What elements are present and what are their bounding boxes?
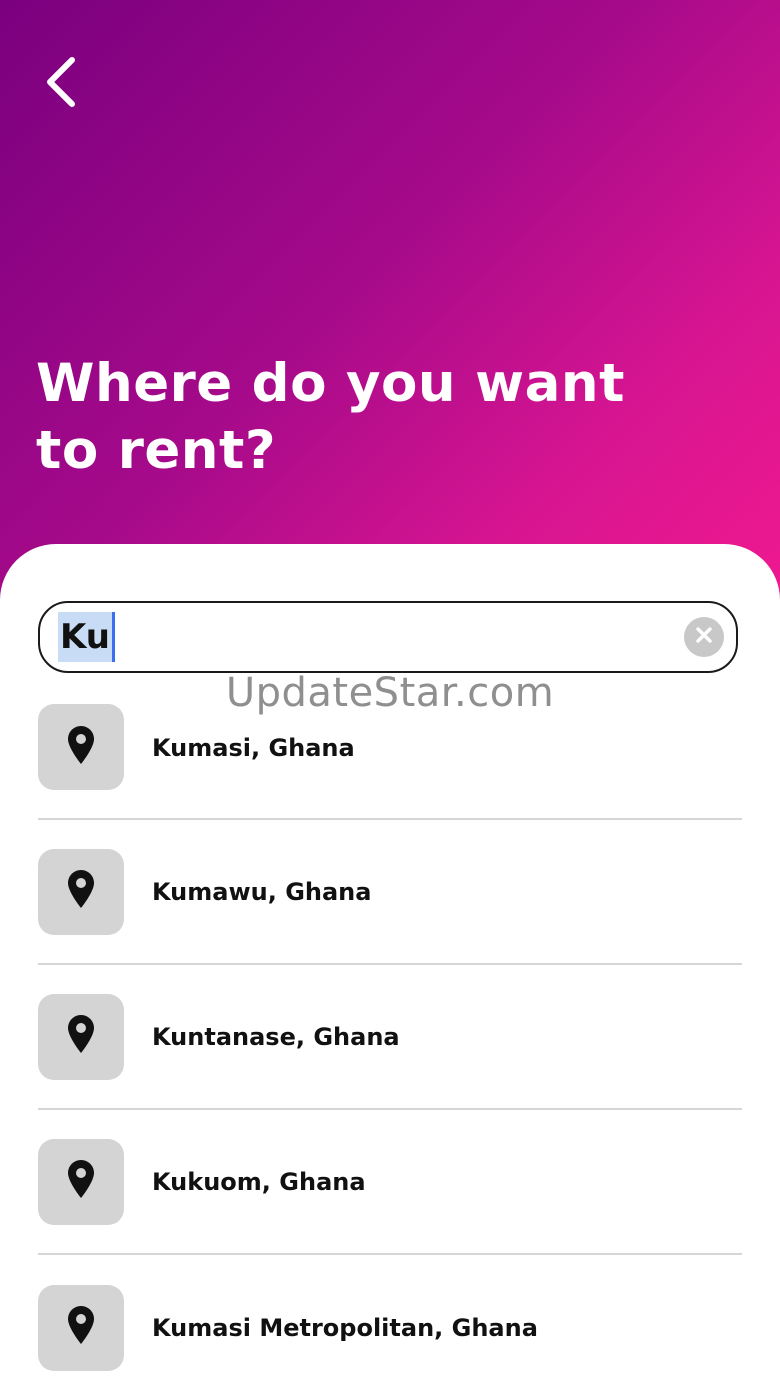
- list-item[interactable]: Kumasi Metropolitan, Ghana: [38, 1255, 742, 1400]
- pin-tile: [38, 1284, 124, 1371]
- pin-tile: [38, 993, 124, 1080]
- results-list: Kumasi, Ghana Kumawu, Ghana Kuntanase, G…: [38, 704, 742, 1400]
- header-hero: Where do you want to rent?: [0, 0, 780, 620]
- back-button[interactable]: [30, 44, 94, 120]
- map-pin-icon: [67, 1014, 95, 1059]
- search-input-value: Ku: [58, 612, 115, 662]
- pin-tile: [38, 704, 124, 790]
- result-label: Kumasi Metropolitan, Ghana: [152, 1313, 538, 1342]
- result-label: Kuntanase, Ghana: [152, 1022, 400, 1051]
- result-label: Kumasi, Ghana: [152, 734, 355, 762]
- result-label: Kukuom, Ghana: [152, 1167, 366, 1196]
- list-item[interactable]: Kumawu, Ghana: [38, 820, 742, 965]
- page-title: Where do you want to rent?: [36, 353, 625, 481]
- list-item[interactable]: Kukuom, Ghana: [38, 1110, 742, 1255]
- clear-x-icon: [695, 626, 713, 649]
- pin-tile: [38, 848, 124, 935]
- result-label: Kumawu, Ghana: [152, 877, 372, 906]
- results-sheet: Ku UpdateStar.com Kumasi, Ghana Kumawu, …: [0, 544, 780, 1387]
- list-item[interactable]: Kumasi, Ghana: [38, 704, 742, 820]
- map-pin-icon: [67, 725, 95, 770]
- chevron-left-icon: [42, 54, 82, 110]
- map-pin-icon: [67, 869, 95, 914]
- search-input[interactable]: Ku: [58, 607, 684, 667]
- map-pin-icon: [67, 1159, 95, 1204]
- list-item[interactable]: Kuntanase, Ghana: [38, 965, 742, 1110]
- clear-search-button[interactable]: [684, 617, 724, 657]
- pin-tile: [38, 1138, 124, 1225]
- search-field[interactable]: Ku: [38, 601, 738, 673]
- map-pin-icon: [67, 1305, 95, 1350]
